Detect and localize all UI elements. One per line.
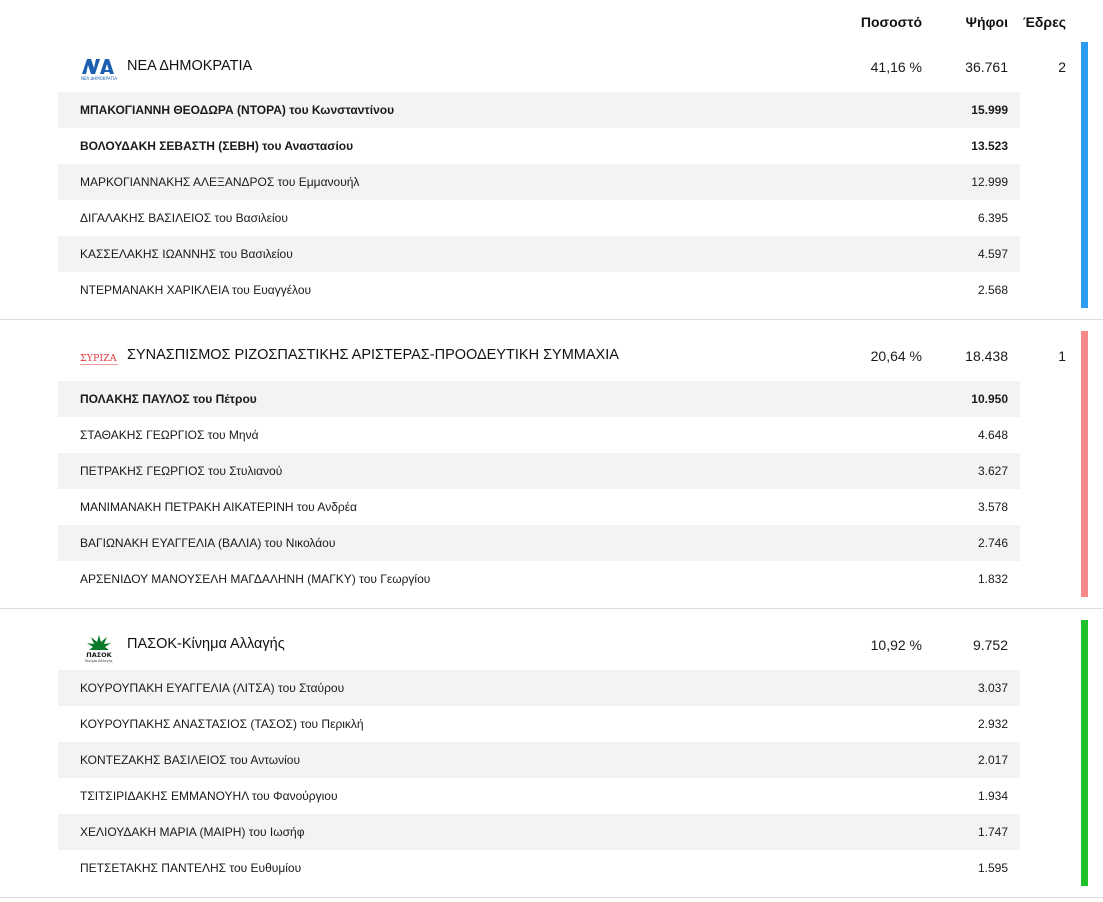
candidate-name: ΧΕΛΙΟΥΔΑΚΗ ΜΑΡΙΑ (ΜΑΙΡΗ) του Ιωσήφ: [80, 825, 305, 839]
header-votes[interactable]: Ψήφοι: [966, 14, 1008, 30]
candidate-votes: 3.627: [977, 464, 1008, 478]
candidate-row[interactable]: ΠΟΛΑΚΗΣ ΠΑΥΛΟΣ του Πέτρου 10.950: [58, 381, 1020, 417]
candidate-row[interactable]: ΚΟΝΤΕΖΑΚΗΣ ΒΑΣΙΛΕΙΟΣ του Αντωνίου 2.017: [58, 742, 1020, 778]
candidate-name: ΝΤΕΡΜΑΝΑΚΗ ΧΑΡΙΚΛΕΙΑ του Ευαγγέλου: [80, 283, 312, 297]
candidate-row[interactable]: ΒΑΓΙΩΝΑΚΗ ΕΥΑΓΓΕΛΙΑ (ΒΑΛΙΑ) του Νικολάου…: [58, 525, 1020, 561]
candidate-votes: 2.017: [977, 753, 1008, 767]
candidate-row[interactable]: ΑΡΣΕΝΙΔΟΥ ΜΑΝΟΥΣΕΛΗ ΜΑΓΔΑΛΗΝΗ (ΜΑΓΚΥ) το…: [58, 561, 1020, 597]
candidate-row[interactable]: ΣΤΑΘΑΚΗΣ ΓΕΩΡΓΙΟΣ του Μηνά 4.648: [58, 417, 1020, 453]
candidate-name: ΒΑΓΙΩΝΑΚΗ ΕΥΑΓΓΕΛΙΑ (ΒΑΛΙΑ) του Νικολάου: [80, 536, 336, 550]
candidate-row[interactable]: ΚΟΥΡΟΥΠΑΚΗ ΕΥΑΓΓΕΛΙΑ (ΛΙΤΣΑ) του Σταύρου…: [58, 670, 1020, 706]
candidate-votes: 4.648: [977, 428, 1008, 442]
party-votes: 36.761: [965, 59, 1008, 75]
candidate-votes: 3.037: [977, 681, 1008, 695]
candidate-name: ΚΑΣΣΕΛΑΚΗΣ ΙΩΑΝΝΗΣ του Βασιλείου: [80, 247, 293, 261]
party-row[interactable]: ΝΕΑ ΔΗΜΟΚΡΑΤΙΑ ΝΕΑ ΔΗΜΟΚΡΑΤΙΑ 41,16 % 36…: [0, 42, 1103, 92]
party-block-nd: ΝΕΑ ΔΗΜΟΚΡΑΤΙΑ ΝΕΑ ΔΗΜΟΚΡΑΤΙΑ 41,16 % 36…: [0, 42, 1103, 308]
section-divider: [0, 319, 1103, 320]
pasok-logo-text: ΠΑΣΟΚ: [86, 651, 112, 659]
syriza-logo: ΣΥΡΙΖΑ: [80, 344, 118, 370]
candidate-name: ΜΠΑΚΟΓΙΑΝΝΗ ΘΕΟΔΩΡΑ (ΝΤΟΡΑ) του Κωνσταντ…: [80, 103, 395, 117]
candidate-votes: 1.595: [977, 861, 1008, 875]
candidate-votes: 3.578: [977, 500, 1008, 514]
candidate-name: ΒΟΛΟΥΔΑΚΗ ΣΕΒΑΣΤΗ (ΣΕΒΗ) του Αναστασίου: [80, 139, 354, 153]
results-header: Ποσοστό Ψήφοι Έδρες: [0, 0, 1103, 42]
party-color-bar: [1081, 42, 1088, 308]
candidate-row[interactable]: ΒΟΛΟΥΔΑΚΗ ΣΕΒΑΣΤΗ (ΣΕΒΗ) του Αναστασίου 1…: [58, 128, 1020, 164]
candidate-row[interactable]: ΧΕΛΙΟΥΔΑΚΗ ΜΑΡΙΑ (ΜΑΙΡΗ) του Ιωσήφ 1.747: [58, 814, 1020, 850]
party-seats: 2: [1058, 59, 1066, 75]
candidate-row[interactable]: ΠΕΤΡΑΚΗΣ ΓΕΩΡΓΙΟΣ του Στυλιανού 3.627: [58, 453, 1020, 489]
candidate-row[interactable]: ΝΤΕΡΜΑΝΑΚΗ ΧΑΡΙΚΛΕΙΑ του Ευαγγέλου 2.568: [58, 272, 1020, 308]
header-seats[interactable]: Έδρες: [1023, 14, 1066, 30]
pasok-logo: ΠΑΣΟΚ Κίνημα Αλλαγής: [80, 633, 118, 663]
party-percentage: 10,92 %: [870, 637, 922, 653]
pasok-logo-subtitle: Κίνημα Αλλαγής: [85, 659, 113, 663]
header-percentage[interactable]: Ποσοστό: [861, 14, 922, 30]
party-name: ΝΕΑ ΔΗΜΟΚΡΑΤΙΑ: [127, 58, 253, 74]
party-row[interactable]: ΠΑΣΟΚ Κίνημα Αλλαγής ΠΑΣΟΚ-Κίνημα Αλλαγή…: [0, 620, 1103, 670]
party-block-pasok: ΠΑΣΟΚ Κίνημα Αλλαγής ΠΑΣΟΚ-Κίνημα Αλλαγή…: [0, 620, 1103, 886]
syriza-logo-text: ΣΥΡΙΖΑ: [80, 353, 117, 364]
section-divider: [0, 608, 1103, 609]
party-row[interactable]: ΣΥΡΙΖΑ ΣΥΝΑΣΠΙΣΜΟΣ ΡΙΖΟΣΠΑΣΤΙΚΗΣ ΑΡΙΣΤΕΡ…: [0, 331, 1103, 381]
candidate-name: ΚΟΥΡΟΥΠΑΚΗΣ ΑΝΑΣΤΑΣΙΟΣ (ΤΑΣΟΣ) του Περικ…: [80, 717, 364, 731]
candidate-name: ΜΑΝΙΜΑΝΑΚΗ ΠΕΤΡΑΚΗ ΑΙΚΑΤΕΡΙΝΗ του Ανδρέα: [80, 500, 357, 514]
candidate-name: ΑΡΣΕΝΙΔΟΥ ΜΑΝΟΥΣΕΛΗ ΜΑΓΔΑΛΗΝΗ (ΜΑΓΚΥ) το…: [80, 572, 431, 586]
candidate-row[interactable]: ΤΣΙΤΣΙΡΙΔΑΚΗΣ ΕΜΜΑΝΟΥΗΛ του Φανούργιου 1.…: [58, 778, 1020, 814]
candidate-name: ΤΣΙΤΣΙΡΙΔΑΚΗΣ ΕΜΜΑΝΟΥΗΛ του Φανούργιου: [80, 789, 338, 803]
candidate-name: ΠΕΤΣΕΤΑΚΗΣ ΠΑΝΤΕΛΗΣ του Ευθυμίου: [80, 861, 302, 875]
section-divider: [0, 897, 1103, 898]
candidate-votes: 2.932: [977, 717, 1008, 731]
candidate-name: ΚΟΝΤΕΖΑΚΗΣ ΒΑΣΙΛΕΙΟΣ του Αντωνίου: [80, 753, 301, 767]
candidate-row[interactable]: ΜΑΝΙΜΑΝΑΚΗ ΠΕΤΡΑΚΗ ΑΙΚΑΤΕΡΙΝΗ του Ανδρέα…: [58, 489, 1020, 525]
party-name: ΣΥΝΑΣΠΙΣΜΟΣ ΡΙΖΟΣΠΑΣΤΙΚΗΣ ΑΡΙΣΤΕΡΑΣ-ΠΡΟΟ…: [127, 347, 619, 363]
nd-logo-subtitle: ΝΕΑ ΔΗΜΟΚΡΑΤΙΑ: [81, 76, 117, 81]
candidate-votes: 15.999: [971, 103, 1008, 117]
candidate-name: ΣΤΑΘΑΚΗΣ ΓΕΩΡΓΙΟΣ του Μηνά: [80, 428, 259, 442]
candidate-votes: 13.523: [971, 139, 1008, 153]
candidate-row[interactable]: ΠΕΤΣΕΤΑΚΗΣ ΠΑΝΤΕΛΗΣ του Ευθυμίου 1.595: [58, 850, 1020, 886]
nd-logo: ΝΕΑ ΔΗΜΟΚΡΑΤΙΑ: [80, 55, 118, 81]
candidate-name: ΠΟΛΑΚΗΣ ΠΑΥΛΟΣ του Πέτρου: [80, 392, 257, 406]
candidate-name: ΚΟΥΡΟΥΠΑΚΗ ΕΥΑΓΓΕΛΙΑ (ΛΙΤΣΑ) του Σταύρου: [80, 681, 345, 695]
party-name: ΠΑΣΟΚ-Κίνημα Αλλαγής: [127, 636, 285, 652]
party-seats: 1: [1058, 348, 1066, 364]
candidate-votes: 4.597: [977, 247, 1008, 261]
party-percentage: 20,64 %: [870, 348, 922, 364]
party-percentage: 41,16 %: [870, 59, 922, 75]
candidate-name: ΜΑΡΚΟΓΙΑΝΝΑΚΗΣ ΑΛΕΞΑΝΔΡΟΣ του Εμμανουήλ: [80, 175, 360, 189]
party-votes: 18.438: [965, 348, 1008, 364]
candidate-row[interactable]: ΚΑΣΣΕΛΑΚΗΣ ΙΩΑΝΝΗΣ του Βασιλείου 4.597: [58, 236, 1020, 272]
party-color-bar: [1081, 620, 1088, 886]
candidate-row[interactable]: ΜΠΑΚΟΓΙΑΝΝΗ ΘΕΟΔΩΡΑ (ΝΤΟΡΑ) του Κωνσταντ…: [58, 92, 1020, 128]
party-block-syriza: ΣΥΡΙΖΑ ΣΥΝΑΣΠΙΣΜΟΣ ΡΙΖΟΣΠΑΣΤΙΚΗΣ ΑΡΙΣΤΕΡ…: [0, 331, 1103, 597]
candidate-votes: 1.832: [977, 572, 1008, 586]
candidate-name: ΠΕΤΡΑΚΗΣ ΓΕΩΡΓΙΟΣ του Στυλιανού: [80, 464, 283, 478]
candidate-votes: 2.746: [977, 536, 1008, 550]
candidate-name: ΔΙΓΑΛΑΚΗΣ ΒΑΣΙΛΕΙΟΣ του Βασιλείου: [80, 211, 288, 225]
candidate-votes: 6.395: [977, 211, 1008, 225]
candidate-votes: 2.568: [977, 283, 1008, 297]
candidate-votes: 1.747: [977, 825, 1008, 839]
candidate-row[interactable]: ΚΟΥΡΟΥΠΑΚΗΣ ΑΝΑΣΤΑΣΙΟΣ (ΤΑΣΟΣ) του Περικ…: [58, 706, 1020, 742]
candidate-votes: 12.999: [971, 175, 1008, 189]
candidate-row[interactable]: ΜΑΡΚΟΓΙΑΝΝΑΚΗΣ ΑΛΕΞΑΝΔΡΟΣ του Εμμανουήλ 1…: [58, 164, 1020, 200]
candidate-row[interactable]: ΔΙΓΑΛΑΚΗΣ ΒΑΣΙΛΕΙΟΣ του Βασιλείου 6.395: [58, 200, 1020, 236]
candidate-votes: 10.950: [971, 392, 1008, 406]
party-color-bar: [1081, 331, 1088, 597]
candidate-votes: 1.934: [977, 789, 1008, 803]
party-votes: 9.752: [972, 637, 1008, 653]
